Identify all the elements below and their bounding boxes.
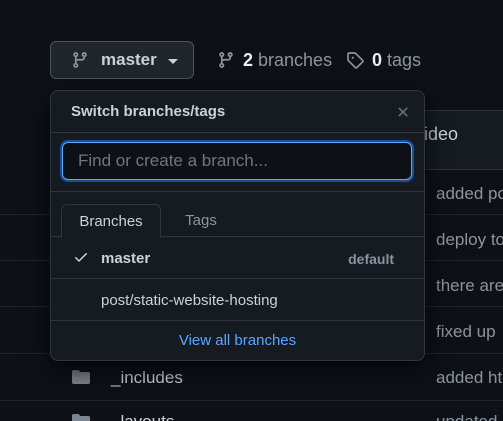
dropdown-tabs: Branches Tags: [51, 192, 424, 238]
tags-label: tags: [387, 49, 422, 70]
caret-down-icon: [167, 58, 178, 64]
commit-message[interactable]: fixed up: [436, 322, 496, 342]
dropdown-filter: [51, 133, 424, 192]
branch-filter-input[interactable]: [62, 142, 412, 180]
branches-count: 2: [243, 49, 254, 70]
branch-switcher-dropdown: Switch branches/tags Branches Tags maste…: [50, 90, 425, 361]
branch-item-name: post/static-website-hosting: [101, 292, 278, 309]
default-branch-label: default: [348, 251, 394, 267]
folder-name[interactable]: _layouts: [111, 412, 174, 421]
commit-message[interactable]: there are: [436, 276, 503, 296]
branch-select-button[interactable]: master: [50, 41, 194, 79]
branch-select-label: master: [101, 50, 157, 69]
tag-icon: [347, 52, 364, 69]
commit-message[interactable]: added ht: [436, 368, 502, 388]
branch-item-post-static-website-hosting[interactable]: post/static-website-hosting: [51, 279, 424, 321]
folder-icon: [72, 370, 90, 384]
tags-count: 0: [372, 49, 383, 70]
dropdown-header: Switch branches/tags: [51, 91, 424, 133]
git-branch-icon: [219, 52, 233, 68]
dropdown-footer: View all branches: [51, 320, 424, 360]
branches-label: branches: [258, 49, 333, 70]
dropdown-title: Switch branches/tags: [71, 103, 226, 120]
tab-branches[interactable]: Branches: [61, 204, 161, 238]
tags-count-link[interactable]: 0 tags: [346, 49, 421, 71]
folder-icon: [72, 414, 90, 421]
branch-item-name: master: [101, 250, 151, 267]
branches-count-link[interactable]: 2 branches: [217, 49, 332, 71]
branch-item-master[interactable]: master default: [51, 237, 424, 279]
check-icon: [75, 253, 87, 262]
commit-message[interactable]: updated: [436, 412, 497, 421]
file-list-header-text: ideo: [424, 124, 459, 144]
row-divider: [0, 400, 503, 401]
view-all-branches-link[interactable]: View all branches: [179, 332, 296, 349]
close-icon[interactable]: [395, 104, 411, 120]
commit-message[interactable]: deploy to: [436, 230, 503, 250]
repository-page: master 2 branches 0 tags ideo added po d…: [0, 0, 503, 421]
tab-tags[interactable]: Tags: [171, 204, 231, 237]
commit-message[interactable]: added po: [436, 184, 503, 204]
git-branch-icon: [71, 51, 89, 69]
folder-name[interactable]: _includes: [111, 368, 183, 388]
